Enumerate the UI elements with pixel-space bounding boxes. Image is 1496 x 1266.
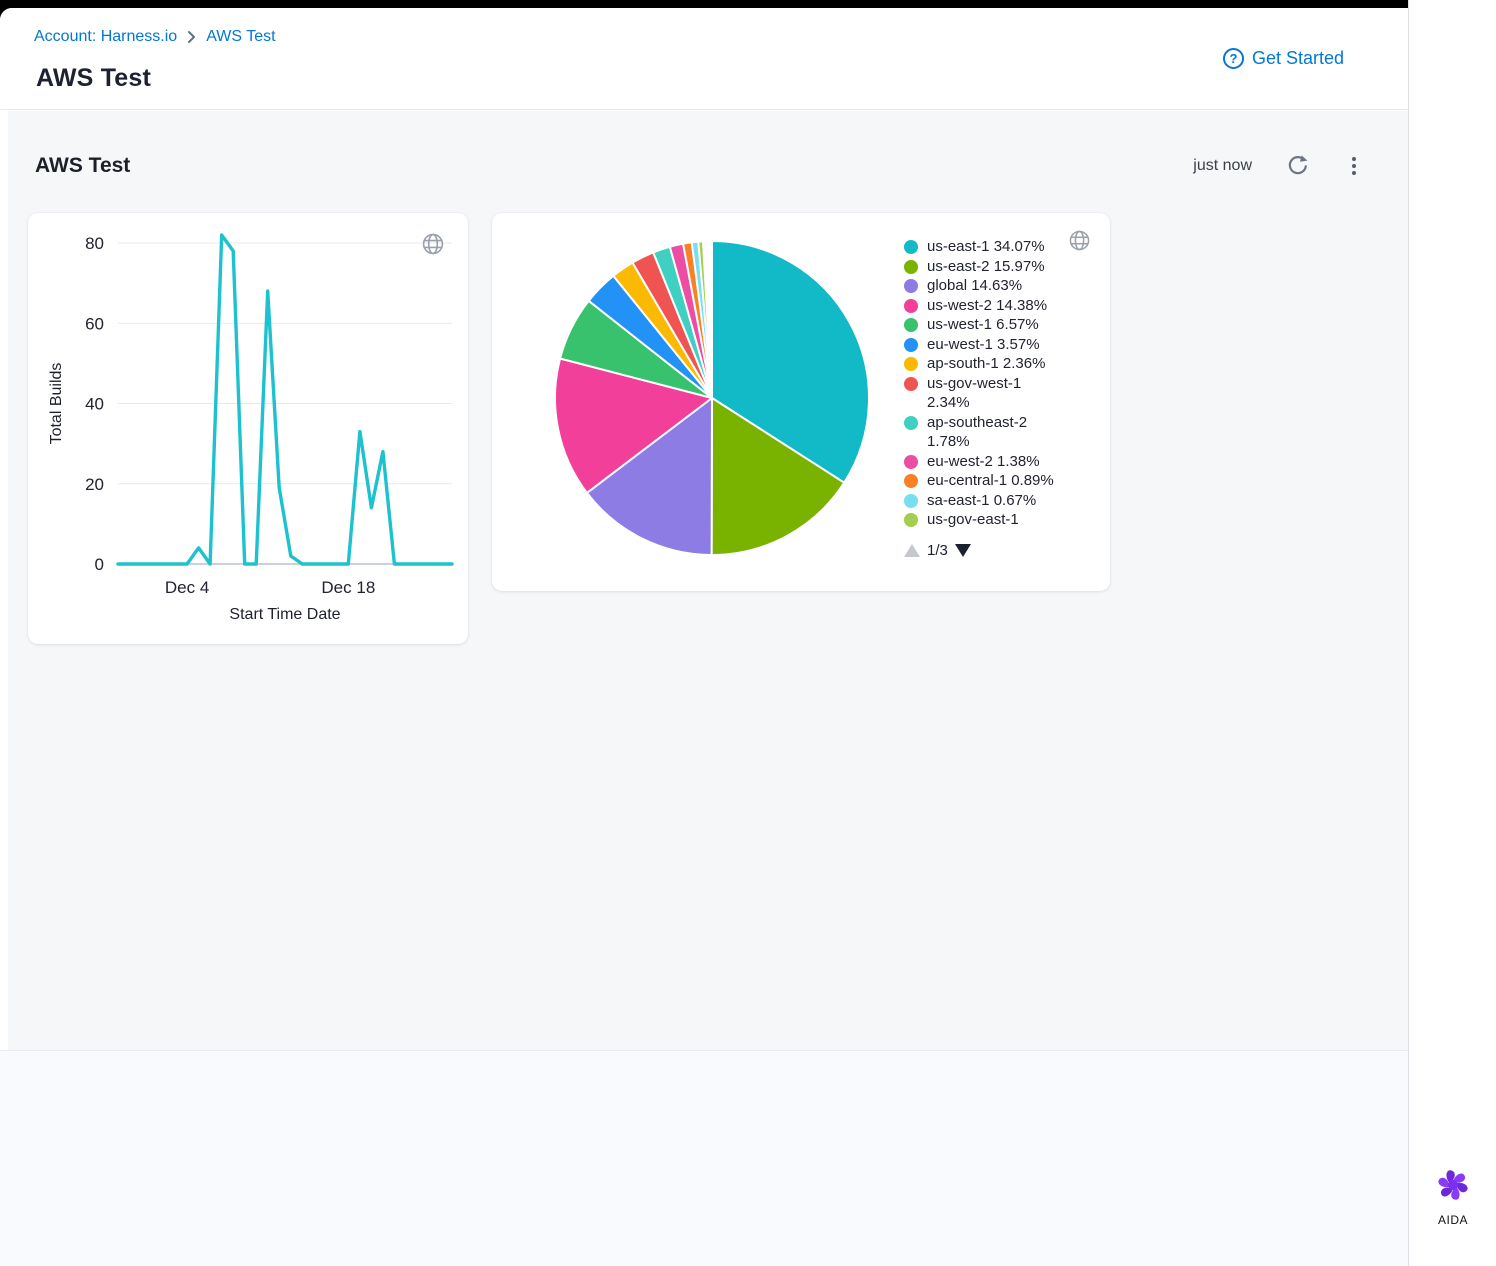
- legend-label: sa-east-1 0.67%: [927, 491, 1036, 511]
- legend-label: us-west-2 14.38%: [927, 296, 1047, 316]
- legend-label: eu-central-1 0.89%: [927, 471, 1054, 491]
- y-tick-label: 80: [85, 234, 104, 253]
- legend-dot: [904, 377, 918, 391]
- legend-item-sa-east-1[interactable]: sa-east-1 0.67%: [904, 491, 1096, 511]
- breadcrumb: Account: Harness.io AWS Test: [34, 28, 276, 46]
- dashboard-area: AWS Test just now: [8, 111, 1408, 1050]
- legend-label: global 14.63%: [927, 276, 1022, 296]
- aida-widget[interactable]: AIDA: [1409, 1168, 1496, 1227]
- page-header: Account: Harness.io AWS Test ? Get Start…: [0, 8, 1408, 110]
- legend-page-down-icon[interactable]: [955, 544, 971, 557]
- legend-dot: [904, 240, 918, 254]
- legend-item-eu-west-2[interactable]: eu-west-2 1.38%: [904, 452, 1096, 472]
- aida-label: AIDA: [1438, 1213, 1468, 1227]
- legend-dot: [904, 260, 918, 274]
- legend-page-indicator: 1/3: [927, 542, 948, 559]
- legend-item-us-west-1[interactable]: us-west-1 6.57%: [904, 315, 1096, 335]
- legend-item-eu-west-1[interactable]: eu-west-1 3.57%: [904, 335, 1096, 355]
- legend-item-us-gov-east-1[interactable]: us-gov-east-10.48%: [904, 510, 1096, 534]
- legend-dot: [904, 494, 918, 508]
- y-tick-label: 40: [85, 395, 104, 414]
- bottom-strip: [0, 1050, 1408, 1266]
- legend-dot: [904, 279, 918, 293]
- pie-legend: us-east-1 34.07%us-east-2 15.97%global 1…: [904, 237, 1096, 559]
- breadcrumb-account-link[interactable]: Account: Harness.io: [34, 28, 177, 46]
- get-started-label: Get Started: [1252, 48, 1344, 69]
- legend-label: ap-south-1 2.36%: [927, 354, 1045, 374]
- y-tick-label: 20: [85, 475, 104, 494]
- right-rail: AIDA: [1408, 0, 1496, 1266]
- legend-dot: [904, 357, 918, 371]
- legend-label: us-east-2 15.97%: [927, 257, 1045, 277]
- legend-items: us-east-1 34.07%us-east-2 15.97%global 1…: [904, 237, 1096, 534]
- total-builds-tile: 0 20 40 60 80 Dec 4 Dec 18 Start Time Date Total…: [28, 213, 468, 644]
- x-tick-label: Dec 4: [165, 578, 209, 597]
- legend-item-us-gov-west-1[interactable]: us-gov-west-12.34%: [904, 374, 1096, 413]
- legend-item-eu-central-1[interactable]: eu-central-1 0.89%: [904, 471, 1096, 491]
- aida-flower-icon: [1436, 1168, 1470, 1207]
- globe-icon: [1067, 228, 1092, 258]
- legend-dot: [904, 318, 918, 332]
- page: Account: Harness.io AWS Test ? Get Start…: [0, 8, 1408, 1266]
- legend-item-ap-southeast-2[interactable]: ap-southeast-21.78%: [904, 413, 1096, 452]
- page-title: AWS Test: [36, 64, 151, 93]
- legend-label: us-east-1 34.07%: [927, 237, 1045, 257]
- legend-item-us-west-2[interactable]: us-west-2 14.38%: [904, 296, 1096, 316]
- legend-dot: [904, 299, 918, 313]
- tiles-row: 0 20 40 60 80 Dec 4 Dec 18 Start Time Date Total…: [8, 213, 1408, 644]
- dashboard-controls: just now: [1193, 149, 1364, 184]
- line-chart: 0 20 40 60 80 Dec 4 Dec 18 Start Time Date Total…: [28, 213, 468, 644]
- legend-label: eu-west-1 3.57%: [927, 335, 1040, 355]
- dashboard-header: AWS Test just now: [8, 141, 1408, 191]
- legend-dot: [904, 455, 918, 469]
- chevron-right-icon: [187, 30, 196, 44]
- more-options-button[interactable]: [1344, 153, 1364, 179]
- screen: Account: Harness.io AWS Test ? Get Start…: [0, 0, 1496, 1266]
- legend-dot: [904, 474, 918, 488]
- legend-dot: [904, 513, 918, 527]
- legend-label: us-west-1 6.57%: [927, 315, 1039, 335]
- regions-pie-tile: us-east-1 34.07%us-east-2 15.97%global 1…: [492, 213, 1110, 591]
- refresh-icon: [1286, 153, 1310, 180]
- breadcrumb-current-link[interactable]: AWS Test: [206, 28, 275, 46]
- x-tick-label: Dec 18: [321, 578, 375, 597]
- last-refreshed-label: just now: [1193, 157, 1252, 175]
- legend-dot: [904, 338, 918, 352]
- globe-icon: [420, 231, 446, 262]
- legend-item-global[interactable]: global 14.63%: [904, 276, 1096, 296]
- dashboard-title: AWS Test: [35, 154, 130, 178]
- legend-label: ap-southeast-21.78%: [927, 413, 1027, 452]
- legend-pagination: 1/3: [904, 542, 1096, 559]
- refresh-button[interactable]: [1282, 149, 1314, 184]
- help-question-icon: ?: [1223, 48, 1244, 69]
- y-tick-label: 0: [95, 555, 104, 574]
- y-axis-title: Total Builds: [48, 363, 65, 445]
- legend-label: eu-west-2 1.38%: [927, 452, 1040, 472]
- legend-item-ap-south-1[interactable]: ap-south-1 2.36%: [904, 354, 1096, 374]
- legend-item-us-east-2[interactable]: us-east-2 15.97%: [904, 257, 1096, 277]
- legend-label: us-gov-east-10.48%: [927, 510, 1019, 534]
- get-started-link[interactable]: ? Get Started: [1223, 48, 1344, 69]
- x-axis-title: Start Time Date: [229, 606, 340, 623]
- legend-page-up-icon[interactable]: [904, 544, 920, 557]
- kebab-icon: [1352, 157, 1356, 161]
- legend-dot: [904, 416, 918, 430]
- legend-label: us-gov-west-12.34%: [927, 374, 1021, 413]
- y-tick-label: 60: [85, 314, 104, 333]
- total-builds-series-line: [118, 235, 452, 564]
